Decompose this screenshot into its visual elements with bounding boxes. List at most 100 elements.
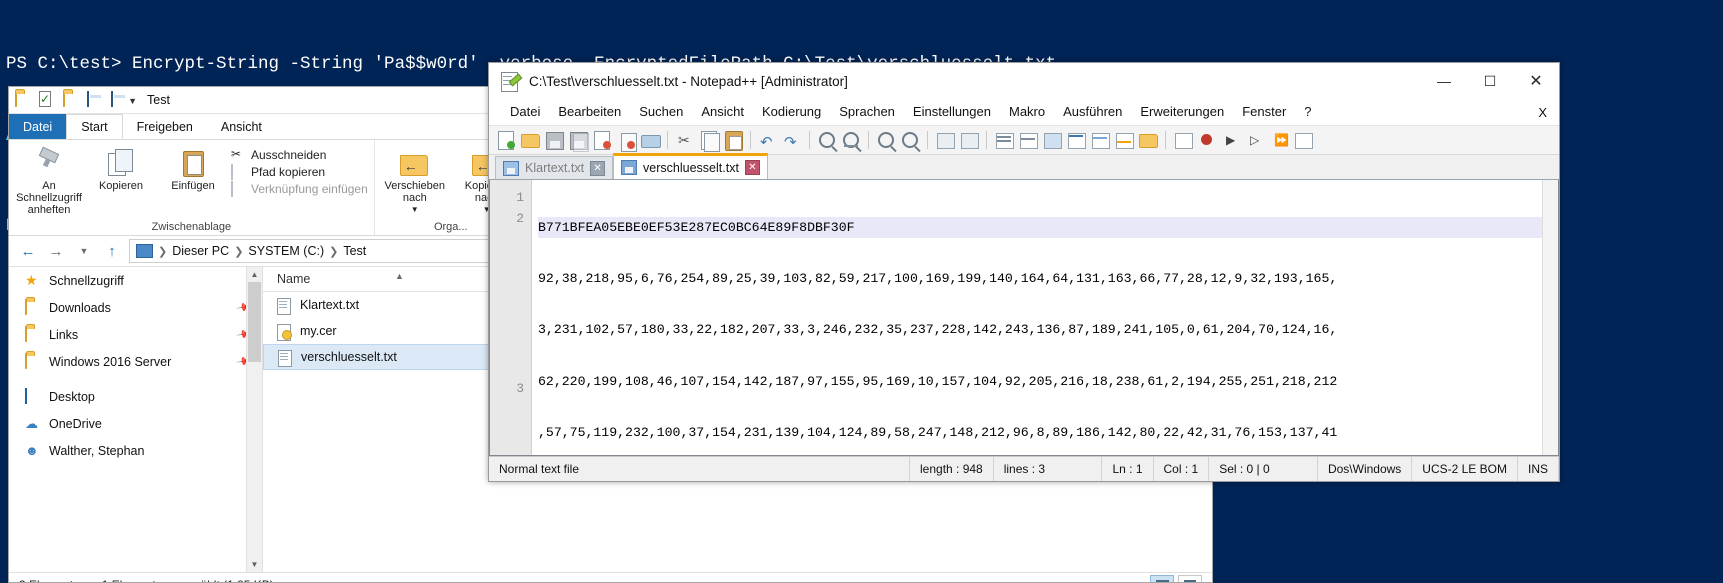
document-tabs[interactable]: Klartext.txt ✕ verschluesselt.txt ✕	[489, 153, 1559, 180]
print-icon[interactable]	[639, 129, 661, 151]
menu-bar[interactable]: Datei Bearbeiten Suchen Ansicht Kodierun…	[489, 99, 1559, 125]
menu-item-ausfuehren[interactable]: Ausführen	[1054, 99, 1131, 125]
open-file-icon[interactable]	[519, 129, 541, 151]
cut-icon[interactable]: ✂	[674, 129, 696, 151]
sidebar-item-downloads[interactable]: Downloads 📌	[9, 294, 262, 321]
ui-userdefined-icon[interactable]	[1065, 129, 1087, 151]
close-all-icon[interactable]	[615, 129, 637, 152]
menu-item-makro[interactable]: Makro	[1000, 99, 1054, 125]
window-controls[interactable]: — ☐ ✕	[1421, 63, 1559, 99]
menu-item-kodierung[interactable]: Kodierung	[753, 99, 830, 125]
menu-item-einstellungen[interactable]: Einstellungen	[904, 99, 1000, 125]
find-icon[interactable]	[816, 129, 838, 151]
save-icon[interactable]	[543, 129, 565, 151]
folder-icon[interactable]	[63, 91, 81, 108]
editor-scrollbar[interactable]	[1542, 180, 1558, 455]
sidebar-item-walther-stephan[interactable]: ☻ Walther, Stephan	[9, 437, 262, 464]
dropdown-caret-icon[interactable]: ▼	[111, 91, 137, 108]
redo-icon[interactable]: ↷	[781, 129, 803, 151]
navigation-pane-scrollbar[interactable]: ▲ ▼	[246, 267, 262, 572]
menu-item-fenster[interactable]: Fenster	[1233, 99, 1295, 125]
sidebar-item-links[interactable]: Links 📌	[9, 321, 262, 348]
paste-button[interactable]: Einfügen	[159, 144, 227, 192]
forward-arrow-icon[interactable]: →	[45, 240, 67, 262]
doc-map-icon[interactable]	[1089, 129, 1111, 151]
scroll-down-icon[interactable]: ▼	[247, 557, 262, 572]
notepad-title-bar[interactable]: C:\Test\verschluesselt.txt - Notepad++ […	[489, 63, 1559, 99]
close-file-icon[interactable]	[591, 129, 613, 151]
close-tab-icon[interactable]: ✕	[590, 160, 606, 176]
sidebar-item-windows-2016-server[interactable]: Windows 2016 Server 📌	[9, 348, 262, 375]
record-macro-icon[interactable]	[1196, 129, 1218, 151]
replace-icon[interactable]	[840, 129, 862, 151]
menu-item-ansicht[interactable]: Ansicht	[692, 99, 753, 125]
zoom-in-icon[interactable]	[875, 129, 897, 151]
play-macro-icon[interactable]: ▶	[1220, 129, 1242, 151]
tab-ansicht[interactable]: Ansicht	[207, 114, 276, 139]
menu-item-erweiterungen[interactable]: Erweiterungen	[1131, 99, 1233, 125]
menu-item-sprachen[interactable]: Sprachen	[830, 99, 904, 125]
line-number: 1	[516, 190, 524, 205]
menu-item-datei[interactable]: Datei	[501, 99, 549, 125]
copy-button[interactable]: Kopieren	[87, 144, 155, 192]
maximize-button[interactable]: ☐	[1467, 63, 1513, 99]
editor-area[interactable]: 1 2 3 B771BFEA05EBE0EF53E287EC0BC64E89F8…	[489, 180, 1559, 456]
word-wrap-icon[interactable]	[993, 129, 1015, 151]
up-arrow-icon[interactable]: ↑	[101, 240, 123, 262]
cut-command[interactable]: ✂ Ausschneiden	[231, 148, 368, 163]
breadcrumb-item-test[interactable]: Test	[343, 244, 366, 258]
fast-forward-macro-icon[interactable]: ▷	[1244, 129, 1266, 151]
sidebar-item-schnellzugriff[interactable]: ★ Schnellzugriff	[9, 267, 262, 294]
copy-path-command[interactable]: Pfad kopieren	[231, 164, 368, 180]
indent-guide-icon[interactable]	[1041, 129, 1063, 151]
run-macro-multiple-icon[interactable]	[1292, 129, 1314, 151]
breadcrumb-item-system-c[interactable]: SYSTEM (C:)	[248, 244, 324, 258]
save-macro-icon[interactable]: ⏩	[1268, 129, 1290, 151]
menu-item-bearbeiten[interactable]: Bearbeiten	[549, 99, 630, 125]
breadcrumb-item-dieser-pc[interactable]: Dieser PC	[172, 244, 229, 258]
text-content[interactable]: B771BFEA05EBE0EF53E287EC0BC64E89F8DBF30F…	[532, 180, 1558, 455]
toolbar-separator	[986, 131, 987, 149]
zoom-out-icon[interactable]	[899, 129, 921, 151]
folder-icon[interactable]	[15, 91, 33, 108]
notepad-plus-plus-window[interactable]: C:\Test\verschluesselt.txt - Notepad++ […	[488, 62, 1560, 482]
toolbar-separator	[750, 131, 751, 149]
sync-scroll-h-icon[interactable]	[958, 129, 980, 151]
tab-start[interactable]: Start	[66, 114, 123, 139]
close-tab-icon[interactable]: ✕	[744, 160, 760, 175]
sidebar-item-onedrive[interactable]: ☁ OneDrive	[9, 410, 262, 437]
minimize-button[interactable]: —	[1421, 63, 1467, 99]
window-icon[interactable]	[87, 91, 105, 108]
chevron-down-icon[interactable]: ▼	[73, 240, 95, 262]
copy-icon[interactable]	[698, 129, 720, 152]
back-arrow-icon[interactable]: ←	[17, 240, 39, 262]
tab-datei[interactable]: Datei	[9, 114, 67, 139]
scroll-up-icon[interactable]: ▲	[247, 267, 262, 282]
close-button[interactable]: ✕	[1513, 63, 1559, 99]
paste-icon[interactable]	[722, 129, 744, 151]
tab-klartext[interactable]: Klartext.txt ✕	[495, 156, 614, 179]
monitoring-icon[interactable]	[1172, 129, 1194, 151]
scrollbar-thumb[interactable]	[248, 282, 261, 362]
navigation-pane[interactable]: ★ Schnellzugriff Downloads 📌 Links 📌 Win…	[9, 267, 263, 572]
menu-item-help[interactable]: ?	[1295, 99, 1320, 125]
move-to-button[interactable]: ← Verschieben nach ▼	[381, 144, 449, 216]
sync-scroll-v-icon[interactable]	[934, 129, 956, 151]
all-chars-icon[interactable]	[1017, 129, 1039, 151]
tab-freigeben[interactable]: Freigeben	[123, 114, 207, 139]
list-item[interactable]: verschluesselt.txt	[263, 344, 495, 370]
folder-workspace-icon[interactable]	[1137, 129, 1159, 151]
details-view-icon[interactable]	[1150, 575, 1174, 582]
tiles-view-icon[interactable]	[1178, 575, 1202, 582]
save-all-icon[interactable]	[567, 129, 589, 152]
tab-verschluesselt[interactable]: verschluesselt.txt ✕	[613, 153, 768, 179]
menu-item-suchen[interactable]: Suchen	[630, 99, 692, 125]
function-list-icon[interactable]	[1113, 129, 1135, 151]
undo-icon[interactable]: ↶	[757, 129, 779, 151]
checkbox-icon[interactable]: ✓	[39, 91, 57, 108]
notepad-toolbar[interactable]: ✂ ↶ ↷ ▶ ▷ ⏩	[489, 125, 1559, 155]
sidebar-item-desktop[interactable]: Desktop	[9, 383, 262, 410]
close-document-button[interactable]: X	[1538, 105, 1547, 120]
pin-to-quick-access-button[interactable]: An Schnellzugriff anheften	[15, 144, 83, 216]
new-file-icon[interactable]	[495, 129, 517, 151]
